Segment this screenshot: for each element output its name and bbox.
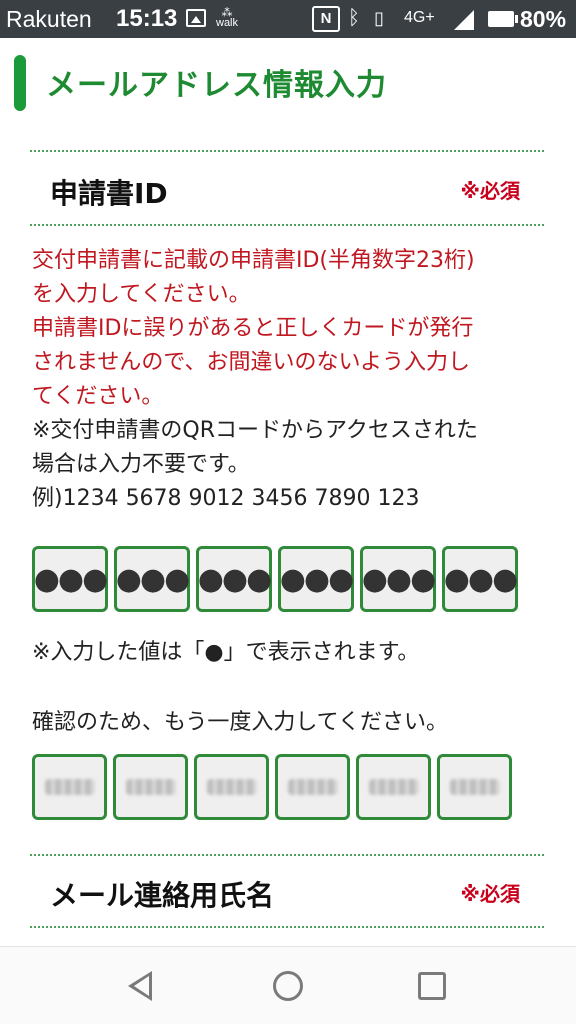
home-icon[interactable]: [273, 971, 303, 1001]
masked-value: ●●●: [361, 561, 437, 597]
id-input-2[interactable]: ●●●: [114, 546, 190, 612]
walk-label: walk: [216, 17, 239, 29]
blurred-value: [449, 779, 500, 795]
back-icon[interactable]: [128, 971, 152, 1001]
id-input-5[interactable]: ●●●: [360, 546, 436, 612]
confirm-input-3[interactable]: [194, 754, 269, 820]
battery-percent: 80%: [520, 6, 567, 32]
blurred-value: [368, 779, 419, 795]
id-input-6[interactable]: ●●●: [442, 546, 518, 612]
description-line: 申請書IDに誤りがあると正しくカードが発行: [32, 316, 474, 341]
masked-value: ●●●: [443, 561, 519, 597]
divider: [30, 926, 544, 928]
application-id-confirm-inputs: [32, 754, 512, 820]
confirm-input-6[interactable]: [437, 754, 512, 820]
walk-icon: ⁂ walk: [216, 7, 239, 29]
id-input-4[interactable]: ●●●: [278, 546, 354, 612]
confirm-label: 確認のため、もう一度入力してください。: [32, 710, 449, 735]
example-text: 例)1234 5678 9012 3456 7890 123: [32, 486, 420, 511]
description-line: 場合は入力不要です。: [32, 452, 250, 477]
application-id-inputs: ●●● ●●● ●●● ●●● ●●● ●●●: [32, 546, 518, 612]
page-title: メールアドレス情報入力: [46, 68, 387, 103]
description-line: 交付申請書に記載の申請書ID(半角数字23桁): [32, 248, 475, 273]
masked-note: ※入力した値は「●」で表示されます。: [32, 640, 420, 665]
bluetooth-icon: ᛒ: [348, 7, 360, 29]
blurred-value: [206, 779, 257, 795]
description-line: ※交付申請書のQRコードからアクセスされた: [32, 418, 478, 443]
recent-apps-icon[interactable]: [418, 972, 446, 1000]
masked-value: ●●●: [279, 561, 355, 597]
application-id-description: 交付申請書に記載の申請書ID(半角数字23桁) を入力してください。 申請書ID…: [32, 244, 552, 516]
divider: [30, 224, 544, 226]
confirm-input-4[interactable]: [275, 754, 350, 820]
confirm-input-5[interactable]: [356, 754, 431, 820]
description-line: を入力してください。: [32, 282, 251, 307]
description-line: てください。: [32, 384, 164, 409]
id-input-1[interactable]: ●●●: [32, 546, 108, 612]
carrier-label: Rakuten: [6, 6, 92, 32]
mail-name-label: メール連絡用氏名: [50, 879, 275, 912]
title-accent-bar: [14, 55, 26, 111]
description-line: されませんので、お間違いのないよう入力し: [32, 350, 471, 375]
network-type: 4G+: [404, 9, 435, 26]
id-input-3[interactable]: ●●●: [196, 546, 272, 612]
vibrate-icon: ▯: [374, 8, 384, 28]
battery-icon: [488, 11, 518, 27]
signal-icon: [454, 10, 474, 30]
status-bar: Rakuten 15:13 ⁂ walk N ᛒ ▯ 4G+ 80%: [0, 0, 576, 38]
blurred-value: [44, 779, 95, 795]
image-icon: [186, 9, 206, 27]
application-id-label: 申請書ID: [50, 177, 168, 210]
masked-value: ●●●: [115, 561, 191, 597]
masked-value: ●●●: [33, 561, 109, 597]
divider: [30, 150, 544, 152]
navigation-bar: [0, 946, 576, 1024]
masked-value: ●●●: [197, 561, 273, 597]
required-badge: ※必須: [460, 179, 520, 203]
blurred-value: [125, 779, 176, 795]
confirm-input-2[interactable]: [113, 754, 188, 820]
required-badge: ※必須: [460, 882, 520, 906]
clock: 15:13: [116, 5, 178, 32]
nfc-icon: N: [312, 6, 340, 32]
divider: [30, 854, 544, 856]
blurred-value: [287, 779, 338, 795]
confirm-input-1[interactable]: [32, 754, 107, 820]
